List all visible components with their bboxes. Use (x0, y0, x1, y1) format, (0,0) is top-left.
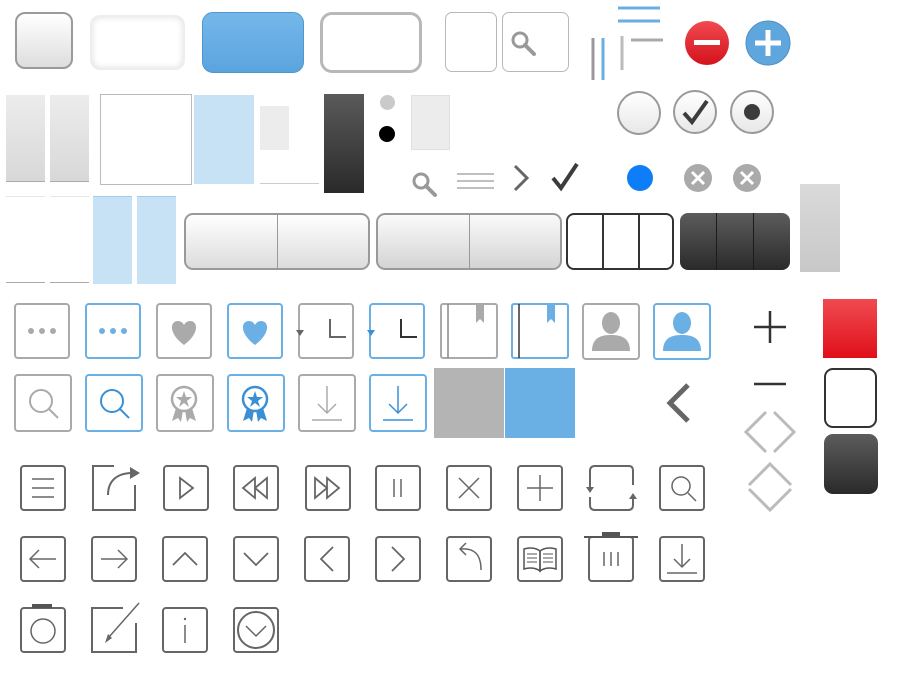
contact-tab-icon-selected[interactable] (653, 303, 711, 360)
check-radio[interactable] (673, 90, 717, 134)
diamond-icon[interactable] (745, 461, 795, 513)
split-diamond-icon[interactable] (742, 410, 798, 454)
clock-icon[interactable] (233, 607, 279, 653)
add-plus-icon[interactable] (745, 20, 791, 66)
bookmark-tab-icon-selected[interactable] (511, 303, 569, 359)
segmented-control-outline[interactable] (566, 213, 674, 270)
delete-minus-icon[interactable] (684, 20, 730, 66)
refresh-icon[interactable] (586, 465, 637, 511)
add-icon[interactable] (517, 465, 563, 511)
red-swatch (823, 299, 877, 358)
list-icon[interactable] (20, 465, 66, 511)
segmented-control-light[interactable] (376, 213, 562, 270)
outlined-white-button[interactable] (320, 12, 422, 73)
reorder-icon[interactable] (456, 172, 496, 194)
info-icon[interactable] (162, 607, 208, 653)
divider-line (260, 183, 319, 184)
more-tab-icon-selected[interactable] (85, 303, 141, 359)
soft-white-button[interactable] (90, 15, 185, 70)
segmented-control-dark[interactable] (680, 213, 790, 270)
arrow-left-icon[interactable] (20, 536, 66, 582)
segment-divider (469, 215, 470, 268)
search-field[interactable] (502, 12, 569, 72)
chevron-left-icon[interactable] (304, 536, 350, 582)
light-blue-swatch (93, 196, 132, 284)
blue-dot (627, 165, 653, 191)
gray-gradient-swatch (6, 95, 45, 182)
white-rounded-swatch (824, 368, 877, 428)
pause-icon[interactable] (375, 465, 421, 511)
black-dot (379, 126, 395, 142)
text-field-small[interactable] (445, 12, 497, 72)
light-blue-swatch (137, 196, 176, 284)
contact-tab-icon[interactable] (582, 303, 640, 360)
chevron-up-icon[interactable] (162, 536, 208, 582)
trash-icon[interactable] (584, 532, 638, 582)
reply-icon[interactable] (446, 536, 492, 582)
chevron-down-icon[interactable] (233, 536, 279, 582)
plus-icon[interactable] (752, 309, 788, 345)
stop-icon[interactable] (446, 465, 492, 511)
camera-icon[interactable] (20, 604, 66, 653)
fast-forward-icon[interactable] (305, 465, 351, 511)
share-icon[interactable] (90, 465, 140, 511)
blue-button[interactable] (202, 12, 304, 73)
rounded-gray-button[interactable] (15, 12, 73, 69)
blue-tab-highlight (505, 368, 575, 438)
favorite-tab-icon[interactable] (156, 303, 212, 359)
white-swatch (6, 196, 45, 283)
segment-divider (277, 215, 278, 268)
top-rated-tab-icon-selected[interactable] (227, 374, 285, 432)
clear-button-icon[interactable] (732, 163, 762, 193)
chevron-right-icon[interactable] (375, 536, 421, 582)
light-gray-square (260, 106, 289, 150)
gray-dot (380, 95, 395, 110)
gray-gradient-swatch (50, 95, 89, 182)
light-gray-swatch (411, 95, 450, 150)
recents-tab-icon[interactable] (296, 303, 354, 359)
back-chevron-icon[interactable] (664, 382, 694, 426)
scroll-indicators-icon (591, 6, 663, 80)
book-icon[interactable] (517, 536, 563, 582)
more-tab-icon[interactable] (14, 303, 70, 359)
search-icon[interactable] (659, 465, 705, 511)
dark-rounded-swatch (824, 434, 878, 494)
search-icon (412, 172, 437, 197)
search-icon (511, 31, 536, 56)
search-tab-icon-selected[interactable] (85, 374, 143, 432)
play-icon[interactable] (163, 465, 209, 511)
white-swatch (50, 196, 89, 283)
light-blue-panel (194, 95, 254, 184)
minus-icon[interactable] (752, 381, 788, 387)
disclosure-chevron-icon[interactable] (512, 164, 532, 192)
arrow-right-icon[interactable] (91, 536, 137, 582)
bookmark-tab-icon[interactable] (440, 303, 498, 359)
search-tab-icon[interactable] (14, 374, 72, 432)
download-tab-icon-selected[interactable] (369, 374, 427, 432)
empty-radio[interactable] (617, 91, 661, 135)
top-rated-tab-icon[interactable] (156, 374, 214, 432)
dot-radio[interactable] (730, 90, 774, 134)
download-tab-icon[interactable] (298, 374, 356, 432)
gray-tab-highlight (434, 368, 504, 438)
dark-gradient-panel (324, 94, 364, 193)
checkmark-icon (682, 99, 709, 126)
clear-button-icon[interactable] (683, 163, 713, 193)
download-icon[interactable] (659, 536, 705, 582)
compose-icon[interactable] (91, 602, 140, 653)
recents-tab-icon-selected[interactable] (367, 303, 425, 359)
segmented-control-light[interactable] (184, 213, 370, 270)
gray-gradient-swatch (800, 184, 840, 272)
favorite-tab-icon-selected[interactable] (227, 303, 283, 359)
white-panel (100, 94, 192, 185)
checkmark-icon (551, 162, 579, 192)
rewind-icon[interactable] (233, 465, 279, 511)
